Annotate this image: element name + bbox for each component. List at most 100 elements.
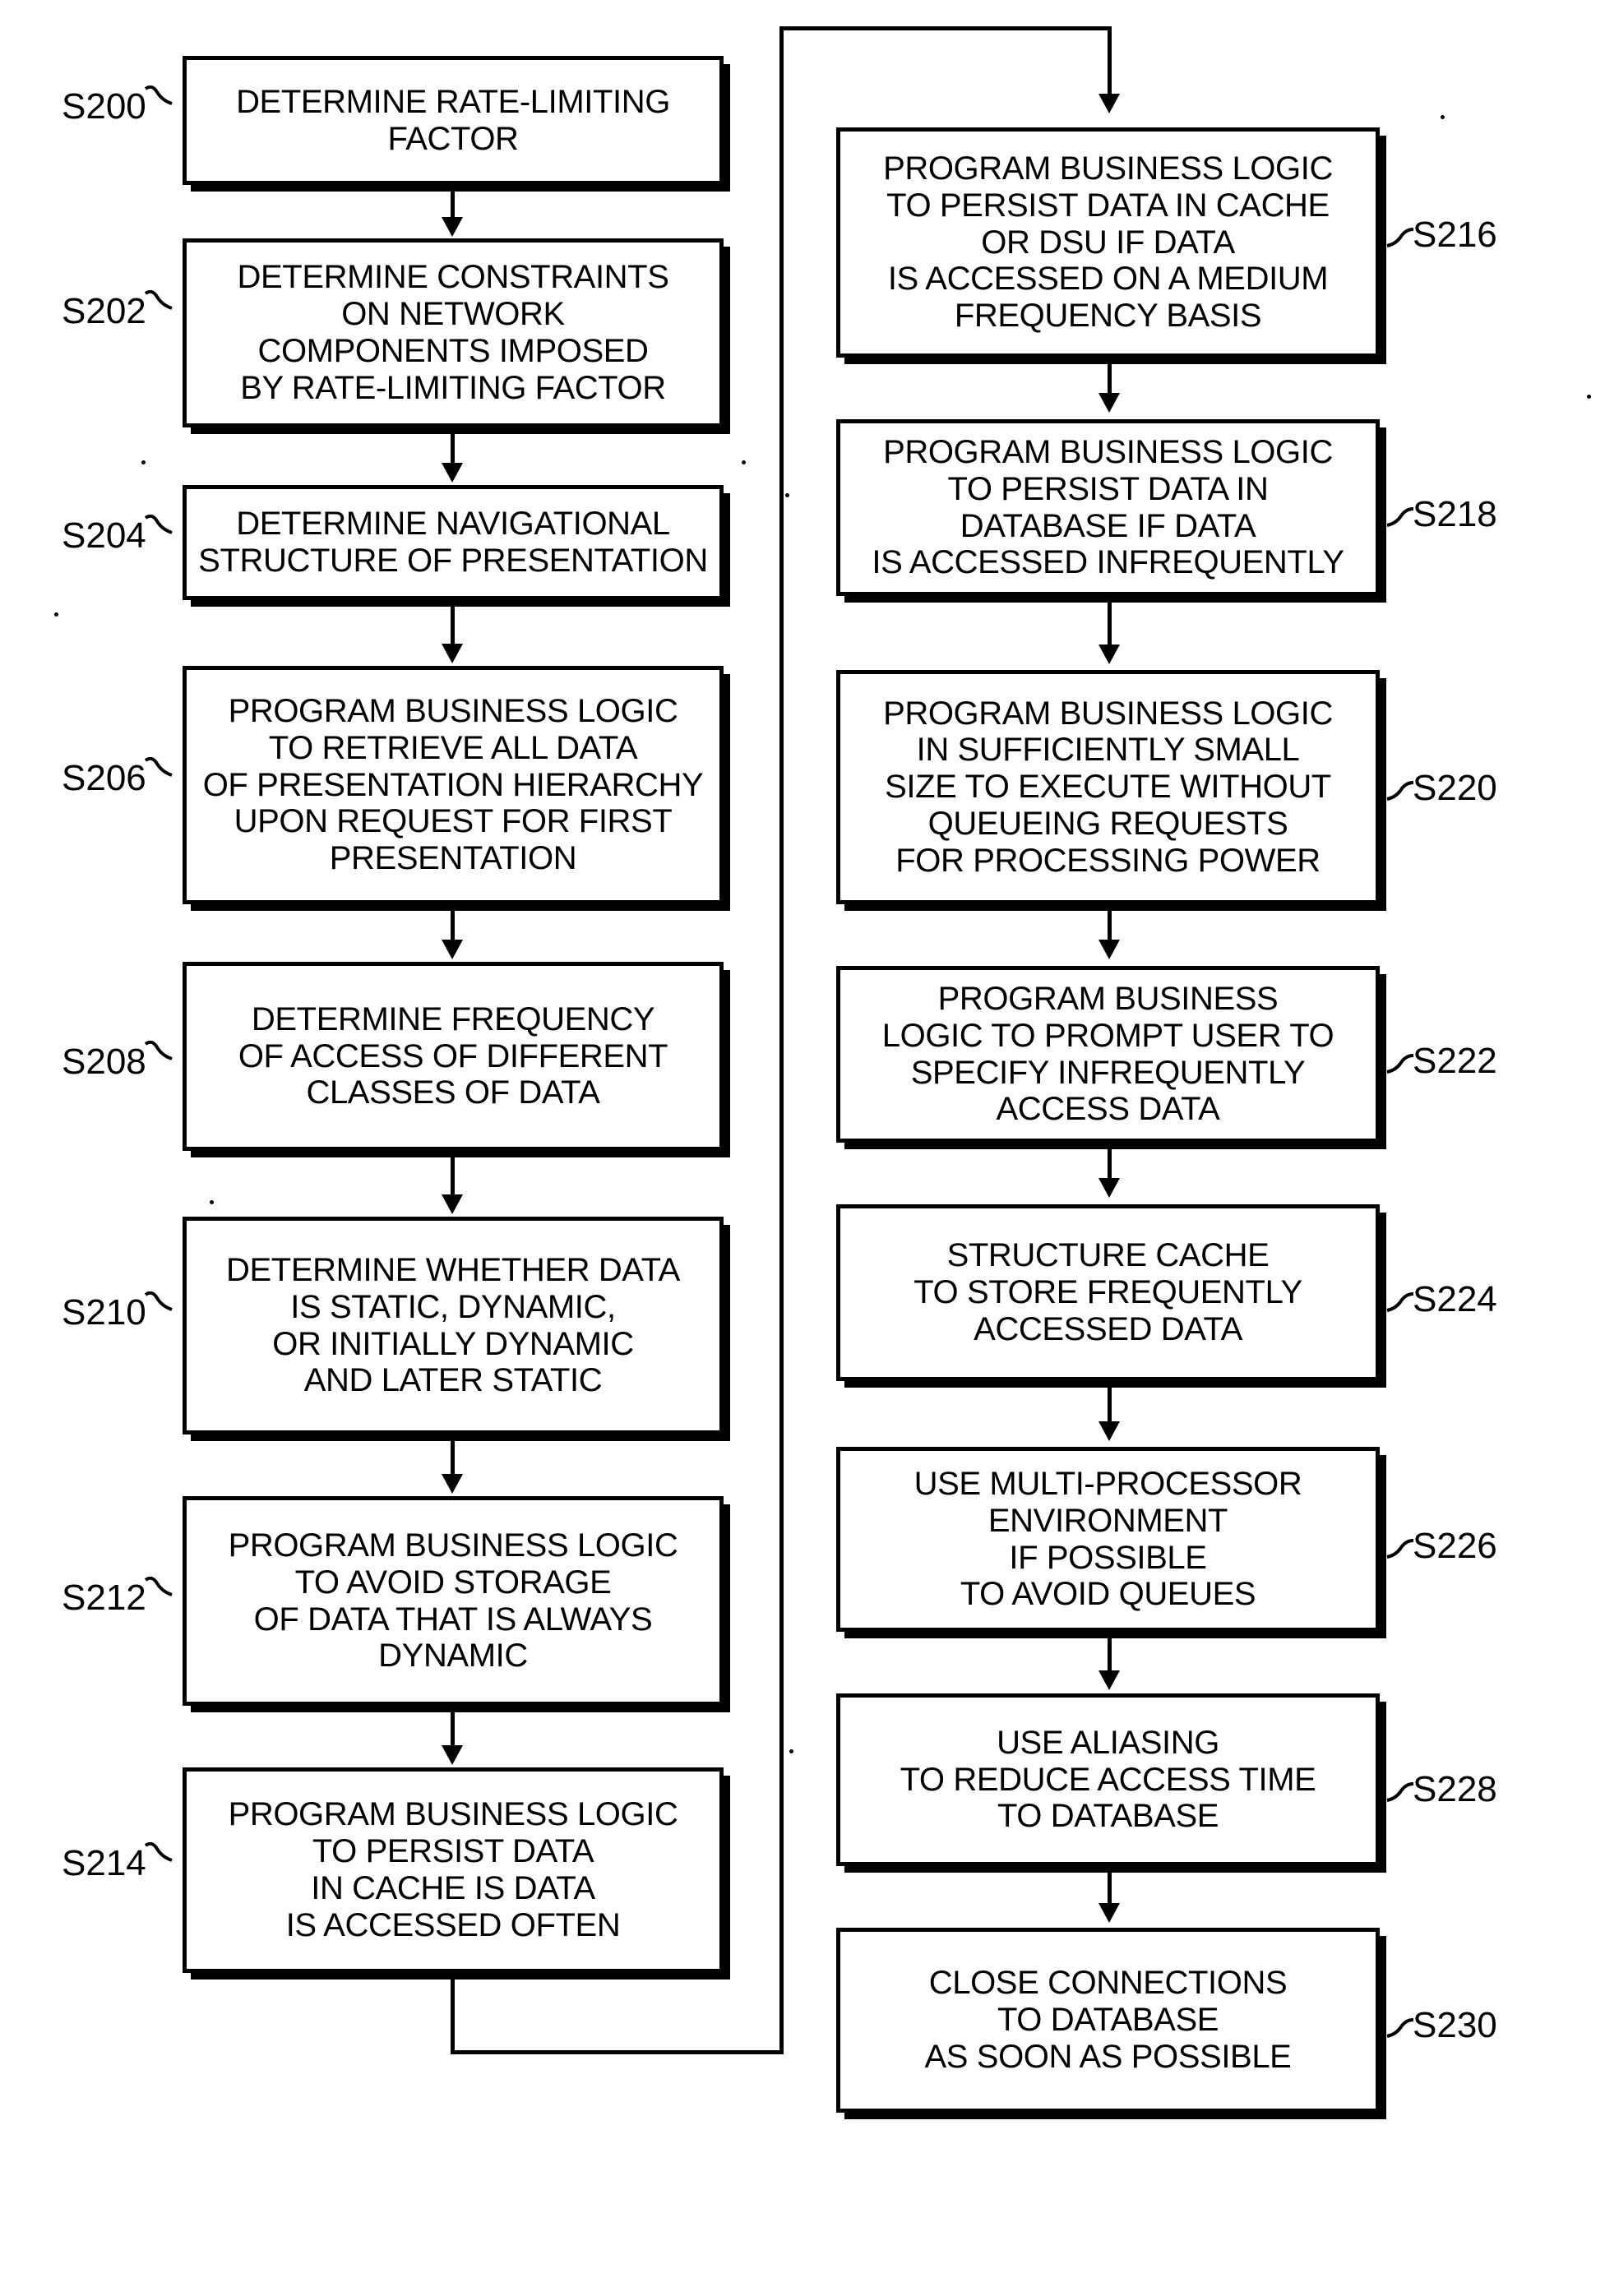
process-box-s230-text: CLOSE CONNECTIONS TO DATABASE AS SOON AS… [924, 1965, 1292, 2075]
ref-label-s214: S214 [62, 1843, 146, 1883]
ref-label-s208: S208 [62, 1042, 146, 1082]
process-box-s208: DETERMINE FREQUENCY OF ACCESS OF DIFFERE… [183, 962, 724, 1151]
ref-label-s226: S226 [1413, 1526, 1497, 1566]
process-box-s226: USE MULTI-PROCESSOR ENVIRONMENT IF POSSI… [836, 1447, 1380, 1632]
connector-s214-s216-top [779, 26, 1112, 30]
process-box-s212: PROGRAM BUSINESS LOGIC TO AVOID STORAGE … [183, 1496, 724, 1706]
leader-line-s208 [145, 1041, 173, 1060]
connector-s226-s228 [1108, 1634, 1112, 1672]
connector-s210-s212 [451, 1437, 455, 1476]
arrowhead-s216-s218 [1099, 393, 1120, 413]
process-box-s226-text: USE MULTI-PROCESSOR ENVIRONMENT IF POSSI… [914, 1465, 1302, 1613]
connector-s214-s216-enter [1108, 26, 1112, 95]
arrowhead-s212-s214 [442, 1745, 463, 1765]
leader-line-s210 [145, 1291, 173, 1311]
process-box-s228: USE ALIASING TO REDUCE ACCESS TIME TO DA… [836, 1693, 1380, 1866]
arrowhead-s210-s212 [442, 1474, 463, 1494]
leader-line-s214 [145, 1842, 173, 1862]
scan-speck [54, 612, 58, 617]
arrowhead-s222-s224 [1099, 1178, 1120, 1198]
arrowhead-s204-s206 [442, 644, 463, 663]
leader-line-s212 [145, 1577, 173, 1596]
process-box-s206: PROGRAM BUSINESS LOGIC TO RETRIEVE ALL D… [183, 666, 724, 904]
scan-speck [789, 1749, 793, 1753]
process-box-s214: PROGRAM BUSINESS LOGIC TO PERSIST DATA I… [183, 1767, 724, 1973]
process-box-s220: PROGRAM BUSINESS LOGIC IN SUFFICIENTLY S… [836, 670, 1380, 904]
process-box-s228-text: USE ALIASING TO REDUCE ACCESS TIME TO DA… [900, 1724, 1316, 1835]
leader-line-s204 [145, 515, 173, 534]
process-box-s210: DETERMINE WHETHER DATA IS STATIC, DYNAMI… [183, 1217, 724, 1434]
ref-label-s206: S206 [62, 758, 146, 798]
process-box-s202: DETERMINE CONSTRAINTS ON NETWORK COMPONE… [183, 238, 724, 427]
process-box-s216-text: PROGRAM BUSINESS LOGIC TO PERSIST DATA I… [883, 150, 1333, 335]
process-box-s208-text: DETERMINE FREQUENCY OF ACCESS OF DIFFERE… [238, 1000, 668, 1111]
ref-label-s228: S228 [1413, 1769, 1497, 1809]
connector-s214-s216-right [451, 2050, 784, 2054]
scan-speck [1441, 115, 1445, 119]
leader-line-s220 [1386, 781, 1414, 801]
process-box-s206-text: PROGRAM BUSINESS LOGIC TO RETRIEVE ALL D… [202, 693, 704, 877]
process-box-s216: PROGRAM BUSINESS LOGIC TO PERSIST DATA I… [836, 127, 1380, 358]
ref-label-s202: S202 [62, 291, 146, 331]
arrowhead-s200-s202 [442, 217, 463, 237]
leader-line-s230 [1386, 2018, 1414, 2038]
arrowhead-s214-s216 [1099, 94, 1120, 113]
process-box-s230: CLOSE CONNECTIONS TO DATABASE AS SOON AS… [836, 1928, 1380, 2113]
leader-line-s228 [1386, 1782, 1414, 1802]
ref-label-s218: S218 [1413, 494, 1497, 534]
leader-line-s206 [145, 757, 173, 777]
scan-speck [141, 460, 146, 464]
leader-line-s222 [1386, 1054, 1414, 1074]
ref-label-s210: S210 [62, 1292, 146, 1333]
arrowhead-s218-s220 [1099, 644, 1120, 664]
connector-s206-s208 [451, 907, 455, 941]
connector-s220-s222 [1108, 907, 1112, 941]
scan-speck [210, 1200, 214, 1204]
process-box-s212-text: PROGRAM BUSINESS LOGIC TO AVOID STORAGE … [228, 1527, 678, 1675]
leader-line-s226 [1386, 1539, 1414, 1559]
ref-label-s222: S222 [1413, 1041, 1497, 1081]
process-box-s214-text: PROGRAM BUSINESS LOGIC TO PERSIST DATA I… [228, 1796, 678, 1943]
ref-label-s216: S216 [1413, 215, 1497, 255]
connector-s214-s216-down [451, 1975, 455, 2054]
leader-line-s202 [145, 290, 173, 310]
leader-line-s200 [145, 85, 173, 105]
process-box-s222: PROGRAM BUSINESS LOGIC TO PROMPT USER TO… [836, 966, 1380, 1143]
connector-s218-s220 [1108, 598, 1112, 646]
ref-label-s204: S204 [62, 515, 146, 556]
arrowhead-s220-s222 [1099, 940, 1120, 959]
process-box-s204: DETERMINE NAVIGATIONAL STRUCTURE OF PRES… [183, 485, 724, 600]
arrowhead-s226-s228 [1099, 1670, 1120, 1690]
flowchart-figure: DETERMINE RATE-LIMITING FACTOR DETERMINE… [0, 0, 1605, 2296]
process-box-s202-text: DETERMINE CONSTRAINTS ON NETWORK COMPONE… [237, 259, 669, 406]
process-box-s220-text: PROGRAM BUSINESS LOGIC IN SUFFICIENTLY S… [883, 695, 1333, 879]
leader-line-s224 [1386, 1292, 1414, 1312]
connector-s204-s206 [451, 603, 455, 645]
process-box-s204-text: DETERMINE NAVIGATIONAL STRUCTURE OF PRES… [198, 506, 708, 579]
arrowhead-s208-s210 [442, 1194, 463, 1214]
connector-s224-s226 [1108, 1384, 1112, 1423]
connector-s200-s202 [451, 187, 455, 220]
ref-label-s230: S230 [1413, 2005, 1497, 2045]
arrowhead-s206-s208 [442, 940, 463, 959]
process-box-s210-text: DETERMINE WHETHER DATA IS STATIC, DYNAMI… [226, 1251, 680, 1399]
ref-label-s224: S224 [1413, 1279, 1497, 1319]
process-box-s200-text: DETERMINE RATE-LIMITING FACTOR [236, 83, 670, 157]
scan-speck [1587, 395, 1591, 399]
connector-s214-s216-up [779, 26, 784, 2053]
leader-line-s216 [1386, 228, 1414, 247]
leader-line-s218 [1386, 507, 1414, 527]
arrowhead-s224-s226 [1099, 1421, 1120, 1441]
scan-speck [785, 493, 789, 497]
ref-label-s220: S220 [1413, 768, 1497, 808]
ref-label-s212: S212 [62, 1578, 146, 1618]
connector-s222-s224 [1108, 1145, 1112, 1180]
arrowhead-s228-s230 [1099, 1903, 1120, 1923]
process-box-s222-text: PROGRAM BUSINESS LOGIC TO PROMPT USER TO… [881, 980, 1334, 1128]
process-box-s218: PROGRAM BUSINESS LOGIC TO PERSIST DATA I… [836, 419, 1380, 596]
process-box-s200: DETERMINE RATE-LIMITING FACTOR [183, 56, 724, 185]
connector-s202-s204 [451, 430, 455, 464]
connector-s212-s214 [451, 1708, 455, 1748]
scan-speck [742, 460, 746, 464]
process-box-s224: STRUCTURE CACHE TO STORE FREQUENTLY ACCE… [836, 1204, 1380, 1381]
